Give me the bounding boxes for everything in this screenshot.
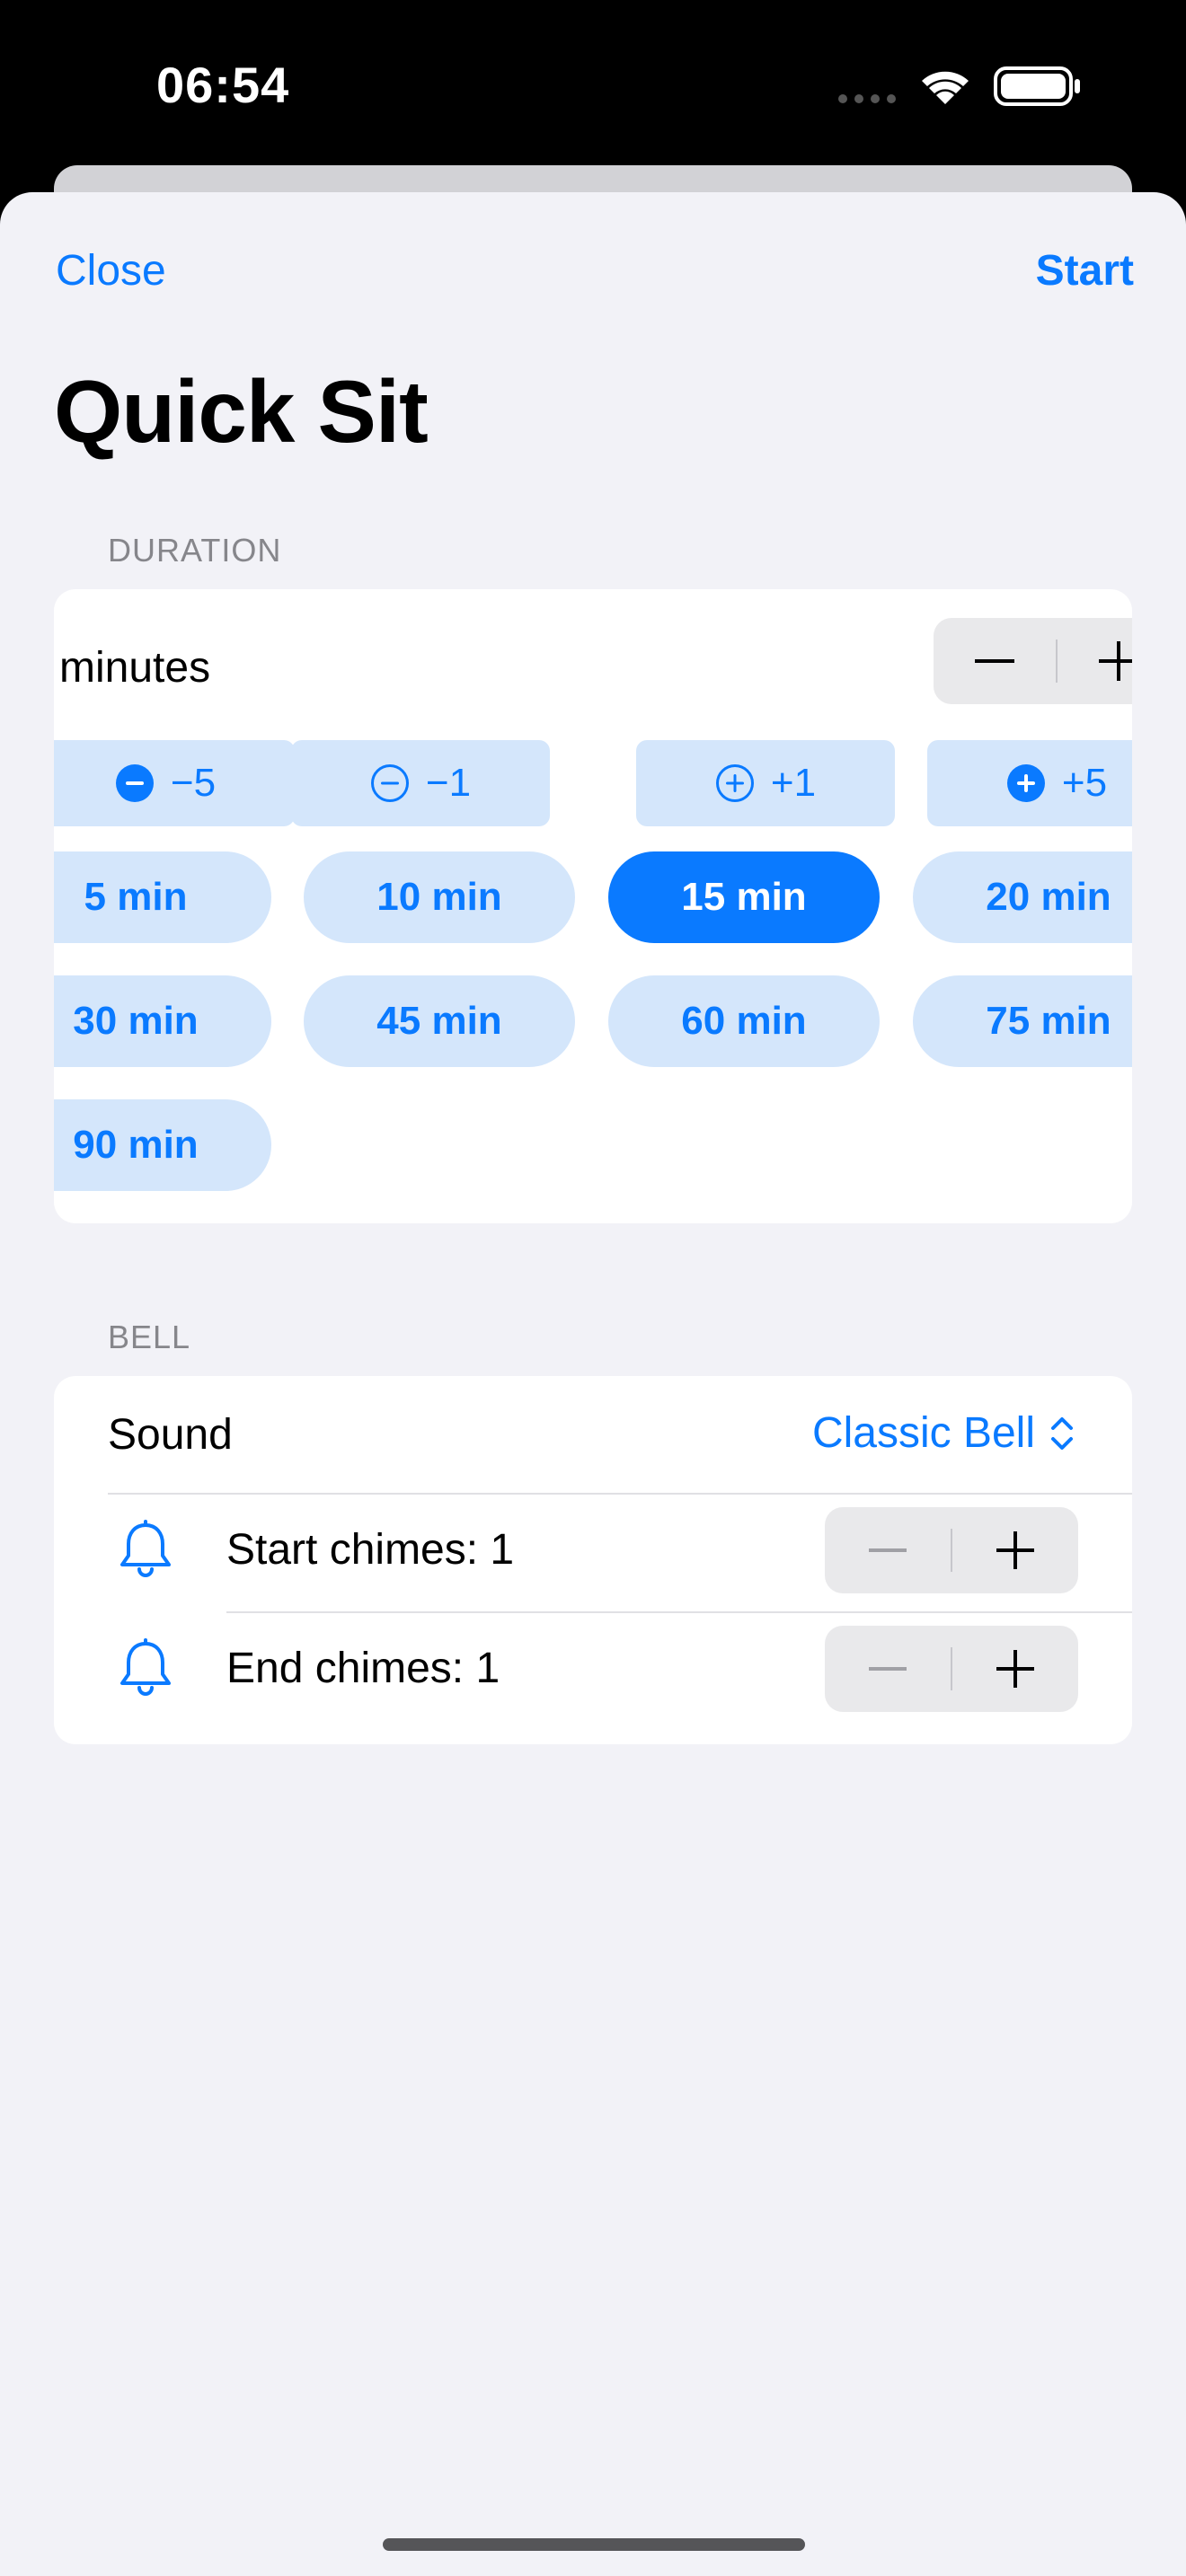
start-chimes-label: Start chimes: 1 xyxy=(226,1526,515,1574)
minutes-decrement-button[interactable] xyxy=(934,618,1056,704)
minus-circle-icon xyxy=(370,764,409,802)
end-chimes-stepper xyxy=(825,1626,1078,1712)
home-indicator xyxy=(383,2538,805,2551)
plus-one-button[interactable]: +1 xyxy=(636,740,895,826)
minus-one-button[interactable]: −1 xyxy=(291,740,550,826)
minutes-stepper xyxy=(934,618,1132,704)
end-chimes-decrement-button[interactable] xyxy=(825,1626,951,1712)
minus-icon xyxy=(869,1667,907,1671)
preset-90-min[interactable]: 90 min xyxy=(54,1099,271,1191)
page-title: Quick Sit xyxy=(54,362,429,461)
plus-five-label: +5 xyxy=(1061,761,1108,805)
bell-icon xyxy=(120,1520,171,1577)
quick-sit-sheet: Close Start Quick Sit DURATION minutes −… xyxy=(0,192,1186,2576)
sound-picker[interactable]: Classic Bell xyxy=(812,1408,1075,1458)
minus-one-label: −1 xyxy=(425,761,472,805)
close-button[interactable]: Close xyxy=(56,246,166,296)
preset-45-min[interactable]: 45 min xyxy=(304,975,575,1067)
preset-5-min[interactable]: 5 min xyxy=(54,851,271,943)
start-chimes-decrement-button[interactable] xyxy=(825,1507,951,1593)
duration-section-header: DURATION xyxy=(108,532,282,569)
bell-icon xyxy=(120,1638,171,1696)
sound-value: Classic Bell xyxy=(811,1409,1035,1457)
plus-circle-fill-icon xyxy=(1006,764,1045,802)
preset-15-min[interactable]: 15 min xyxy=(608,851,880,943)
plus-icon xyxy=(996,1531,1034,1569)
plus-icon xyxy=(1099,641,1132,681)
minutes-increment-button[interactable] xyxy=(1058,618,1132,704)
sound-label: Sound xyxy=(108,1411,233,1459)
plus-one-label: +1 xyxy=(770,761,817,805)
preset-20-min[interactable]: 20 min xyxy=(913,851,1132,943)
minus-icon xyxy=(975,659,1014,663)
preset-60-min[interactable]: 60 min xyxy=(608,975,880,1067)
preset-75-min[interactable]: 75 min xyxy=(913,975,1132,1067)
preset-10-min[interactable]: 10 min xyxy=(304,851,575,943)
minus-icon xyxy=(869,1548,907,1552)
status-time: 06:54 xyxy=(156,57,290,113)
duration-card: minutes −5 −1 +1 +5 5 min 10 min 15 min … xyxy=(54,589,1132,1223)
bell-section-header: BELL xyxy=(108,1319,191,1355)
bell-card: Sound Classic Bell Start chimes: 1 End c… xyxy=(54,1376,1132,1744)
status-bar: 06:54 xyxy=(0,0,1186,180)
chevron-up-down-icon xyxy=(1051,1416,1073,1450)
status-icons xyxy=(836,59,1087,113)
start-chimes-stepper xyxy=(825,1507,1078,1593)
plus-icon xyxy=(996,1650,1034,1688)
end-chimes-increment-button[interactable] xyxy=(952,1626,1078,1712)
start-chimes-increment-button[interactable] xyxy=(952,1507,1078,1593)
preset-30-min[interactable]: 30 min xyxy=(54,975,271,1067)
minutes-label: minutes xyxy=(59,644,211,692)
minus-five-label: −5 xyxy=(170,761,217,805)
plus-circle-icon xyxy=(715,764,754,802)
cellular-signal-icon xyxy=(838,94,896,103)
end-chimes-label: End chimes: 1 xyxy=(226,1645,500,1692)
wifi-icon xyxy=(922,71,969,104)
start-button[interactable]: Start xyxy=(1036,246,1134,296)
plus-five-button[interactable]: +5 xyxy=(927,740,1132,826)
row-separator xyxy=(226,1611,1132,1613)
battery-icon xyxy=(994,66,1080,106)
minus-five-button[interactable]: −5 xyxy=(54,740,295,826)
minus-circle-fill-icon xyxy=(115,764,154,802)
row-separator xyxy=(108,1493,1132,1495)
